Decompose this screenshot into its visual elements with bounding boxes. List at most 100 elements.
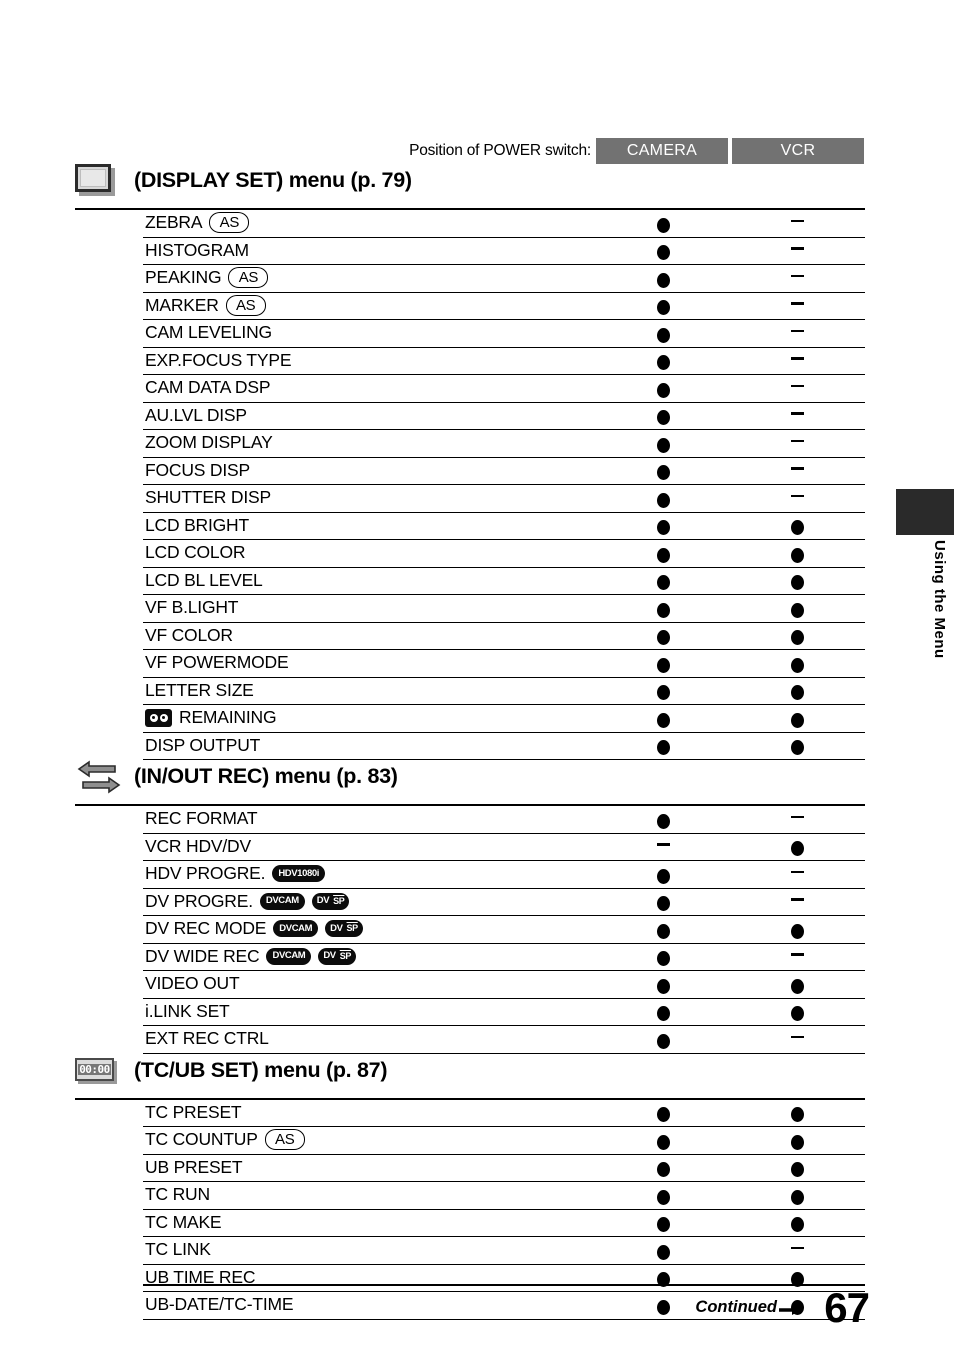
vcr-support-dash-icon <box>777 946 817 968</box>
section-header: 00:00 (TC/UB SET) menu (p. 87) <box>75 1054 865 1100</box>
camera-support-dot-icon <box>643 1028 683 1050</box>
table-row[interactable]: ZOOM DISPLAY <box>143 430 865 458</box>
vcr-support-dot-icon <box>777 515 817 537</box>
camera-support-dot-icon <box>643 542 683 564</box>
table-row[interactable]: VF B.LIGHT <box>143 595 865 623</box>
table-row[interactable]: TC RUN <box>143 1182 865 1210</box>
column-header-vcr: VCR <box>732 138 864 164</box>
menu-item-label: AU.LVL DISP <box>145 404 247 427</box>
camera-support-dot-icon <box>643 973 683 995</box>
table-row[interactable]: TC LINK <box>143 1237 865 1265</box>
table-row[interactable]: UB PRESET <box>143 1155 865 1182</box>
vcr-support-dash-icon <box>777 350 817 372</box>
menu-item-label: HISTOGRAM <box>145 239 249 262</box>
table-row[interactable]: PEAKING AS <box>143 265 865 293</box>
table-row[interactable]: LETTER SIZE <box>143 678 865 705</box>
menu-item-text: DV WIDE REC <box>145 945 260 966</box>
table-row[interactable]: EXT REC CTRL <box>143 1026 865 1054</box>
menu-item-text: FOCUS DISP <box>145 459 250 480</box>
table-row[interactable]: SHUTTER DISP <box>143 485 865 513</box>
table-row[interactable]: FOCUS DISP <box>143 458 865 485</box>
menu-item-label: FOCUS DISP <box>145 459 250 482</box>
camera-support-dot-icon <box>643 322 683 344</box>
menu-item-label: TC RUN <box>145 1183 210 1206</box>
menu-item-text: TC RUN <box>145 1184 210 1204</box>
in-out-arrows-icon <box>75 760 123 794</box>
vcr-support-dash-icon <box>777 891 817 913</box>
hdv1080i-badge: HDV1080i <box>272 865 325 882</box>
table-row[interactable]: EXP.FOCUS TYPE <box>143 348 865 375</box>
vcr-support-dot-icon <box>777 836 817 858</box>
table-row[interactable]: CAM LEVELING <box>143 320 865 348</box>
table-row[interactable]: LCD BL LEVEL <box>143 568 865 595</box>
menu-item-label: ZOOM DISPLAY <box>145 431 273 454</box>
menu-item-label: REC FORMAT <box>145 807 258 830</box>
menu-item-text: DV PROGRE. <box>145 890 253 911</box>
table-row[interactable]: VIDEO OUT <box>143 971 865 999</box>
table-row[interactable]: LCD COLOR <box>143 540 865 568</box>
table-row[interactable]: VF COLOR <box>143 623 865 650</box>
table-row[interactable]: VF POWERMODE <box>143 650 865 678</box>
vcr-support-dot-icon <box>777 1212 817 1234</box>
table-row[interactable]: HDV PROGRE. HDV1080i <box>143 861 865 889</box>
section-header: (DISPLAY SET) menu (p. 79) <box>75 164 865 210</box>
section-title: (TC/UB SET) menu (p. 87) <box>134 1057 388 1082</box>
menu-item-label: LETTER SIZE <box>145 679 254 702</box>
camera-support-dot-icon <box>643 1212 683 1234</box>
vcr-support-dot-icon <box>777 735 817 757</box>
menu-item-text: TC MAKE <box>145 1211 222 1232</box>
table-row[interactable]: HISTOGRAM <box>143 238 865 265</box>
menu-item-text: ZEBRA <box>145 212 203 232</box>
table-row[interactable]: DV WIDE REC DVCAM DV SP <box>143 944 865 971</box>
assign-badge: AS <box>225 294 266 316</box>
table-row[interactable]: DV PROGRE. DVCAM DV SP <box>143 889 865 916</box>
menu-item-label: LCD BL LEVEL <box>145 569 263 592</box>
menu-item-text: HDV PROGRE. <box>145 863 266 883</box>
vcr-support-dot-icon <box>777 973 817 995</box>
camera-support-dot-icon <box>643 240 683 262</box>
dvcam-badge: DVCAM <box>259 892 305 910</box>
menu-item-label: ZEBRA AS <box>145 211 250 234</box>
camera-support-dot-icon <box>643 267 683 289</box>
menu-item-text: DV REC MODE <box>145 918 267 938</box>
table-row[interactable]: LCD BRIGHT <box>143 513 865 540</box>
table-row[interactable]: ZEBRA AS <box>143 210 865 238</box>
menu-item-label: DISP OUTPUT <box>145 734 260 757</box>
table-row[interactable]: REC FORMAT <box>143 806 865 834</box>
camera-support-dash-icon <box>643 836 683 858</box>
table-row[interactable]: AU.LVL DISP <box>143 403 865 430</box>
table-row[interactable]: MARKER AS <box>143 293 865 320</box>
menu-item-label: PEAKING AS <box>145 266 269 289</box>
camera-support-dot-icon <box>643 405 683 427</box>
menu-item-text: VF POWERMODE <box>145 652 289 672</box>
menu-item-text: i.LINK SET <box>145 1000 230 1021</box>
menu-item-text: UB PRESET <box>145 1156 243 1177</box>
table-row[interactable]: i.LINK SET <box>143 999 865 1026</box>
vcr-support-dot-icon <box>777 625 817 647</box>
menu-item-text: VCR HDV/DV <box>145 835 251 856</box>
camera-support-dot-icon <box>643 625 683 647</box>
vcr-support-dash-icon <box>777 322 817 344</box>
table-row[interactable]: REMAINING <box>143 705 865 733</box>
table-row[interactable]: DISP OUTPUT <box>143 733 865 760</box>
vcr-support-dash-icon <box>777 432 817 454</box>
table-row[interactable]: TC COUNTUP AS <box>143 1127 865 1155</box>
camera-support-dot-icon <box>643 946 683 968</box>
table-row[interactable]: CAM DATA DSP <box>143 375 865 403</box>
table-row[interactable]: VCR HDV/DV <box>143 834 865 861</box>
camera-support-dot-icon <box>643 597 683 619</box>
table-row[interactable]: TC MAKE <box>143 1210 865 1237</box>
table-row[interactable]: TC PRESET <box>143 1100 865 1127</box>
menu-item-text: DISP OUTPUT <box>145 734 261 755</box>
table-row[interactable]: DV REC MODE DVCAM DV SP <box>143 916 865 944</box>
page-number: 67 <box>824 1284 870 1331</box>
menu-item-label: VF COLOR <box>145 624 233 647</box>
vcr-support-dash-icon <box>777 240 817 262</box>
menu-item-label: TC MAKE <box>145 1211 222 1234</box>
menu-item-text: TC LINK <box>145 1239 211 1259</box>
menu-item-label: DV REC MODE DVCAM DV SP <box>145 917 363 940</box>
menu-item-label: VF POWERMODE <box>145 651 289 674</box>
menu-item-text: HISTOGRAM <box>145 239 249 260</box>
menu-item-text: PEAKING <box>145 267 222 287</box>
vcr-support-dot-icon <box>777 1102 817 1124</box>
